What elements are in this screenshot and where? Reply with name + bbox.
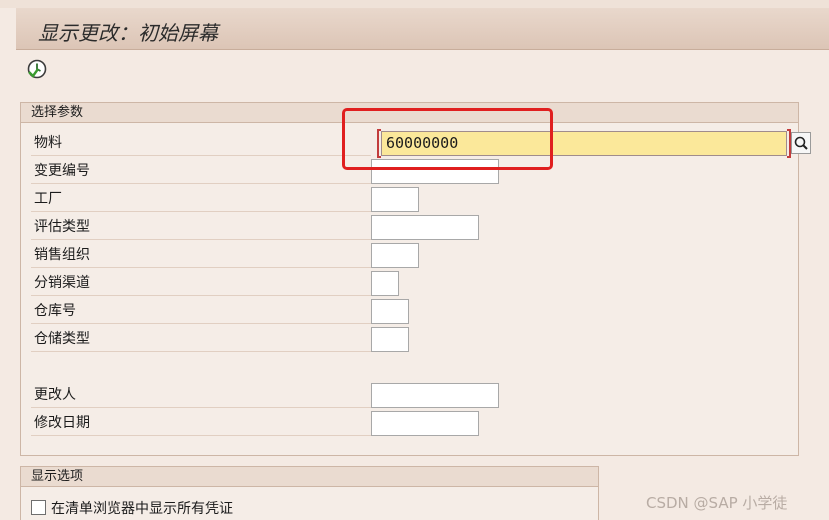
plant-input[interactable] bbox=[371, 187, 419, 212]
field-row-valuation-type: 评估类型 bbox=[31, 213, 791, 241]
show-all-documents-label[interactable]: 在清单浏览器中显示所有凭证 bbox=[51, 498, 233, 518]
field-row-plant: 工厂 bbox=[31, 185, 791, 213]
field-row-sales-org: 销售组织 bbox=[31, 241, 791, 269]
show-all-documents-checkbox[interactable] bbox=[31, 500, 46, 515]
search-icon bbox=[794, 136, 808, 150]
plant-label: 工厂 bbox=[31, 185, 371, 212]
changed-by-input[interactable] bbox=[371, 383, 499, 408]
top-strip bbox=[0, 0, 829, 8]
field-row-change-date: 修改日期 bbox=[31, 409, 791, 437]
sales-org-label: 销售组织 bbox=[31, 241, 371, 268]
change-number-label: 变更编号 bbox=[31, 157, 371, 184]
changed-by-label: 更改人 bbox=[31, 381, 371, 408]
watermark-text: CSDN @SAP 小学徒 bbox=[646, 494, 788, 512]
field-row-changed-by: 更改人 bbox=[31, 381, 791, 409]
valuation-type-input[interactable] bbox=[371, 215, 479, 240]
display-options-title: 显示选项 bbox=[21, 467, 598, 487]
page-title: 显示更改：初始屏幕 bbox=[38, 21, 218, 45]
distribution-channel-input[interactable] bbox=[371, 271, 399, 296]
value-help-button[interactable] bbox=[791, 132, 811, 154]
storage-type-input[interactable] bbox=[371, 327, 409, 352]
annotation-highlight-box bbox=[342, 108, 553, 170]
field-row-distribution-channel: 分销渠道 bbox=[31, 269, 791, 297]
field-row-storage-type: 仓储类型 bbox=[31, 325, 791, 353]
warehouse-number-label: 仓库号 bbox=[31, 297, 371, 324]
application-toolbar bbox=[16, 52, 829, 90]
valuation-type-label: 评估类型 bbox=[31, 213, 371, 240]
storage-type-label: 仓储类型 bbox=[31, 325, 371, 352]
display-options-group: 显示选项 在清单浏览器中显示所有凭证 bbox=[20, 466, 599, 520]
title-bar: 显示更改：初始屏幕 bbox=[16, 8, 829, 50]
distribution-channel-label: 分销渠道 bbox=[31, 269, 371, 296]
warehouse-number-input[interactable] bbox=[371, 299, 409, 324]
field-row-warehouse-number: 仓库号 bbox=[31, 297, 791, 325]
change-date-input[interactable] bbox=[371, 411, 479, 436]
execute-clock-icon[interactable] bbox=[26, 58, 48, 80]
material-label: 物料 bbox=[31, 129, 371, 156]
change-date-label: 修改日期 bbox=[31, 409, 371, 436]
sales-org-input[interactable] bbox=[371, 243, 419, 268]
